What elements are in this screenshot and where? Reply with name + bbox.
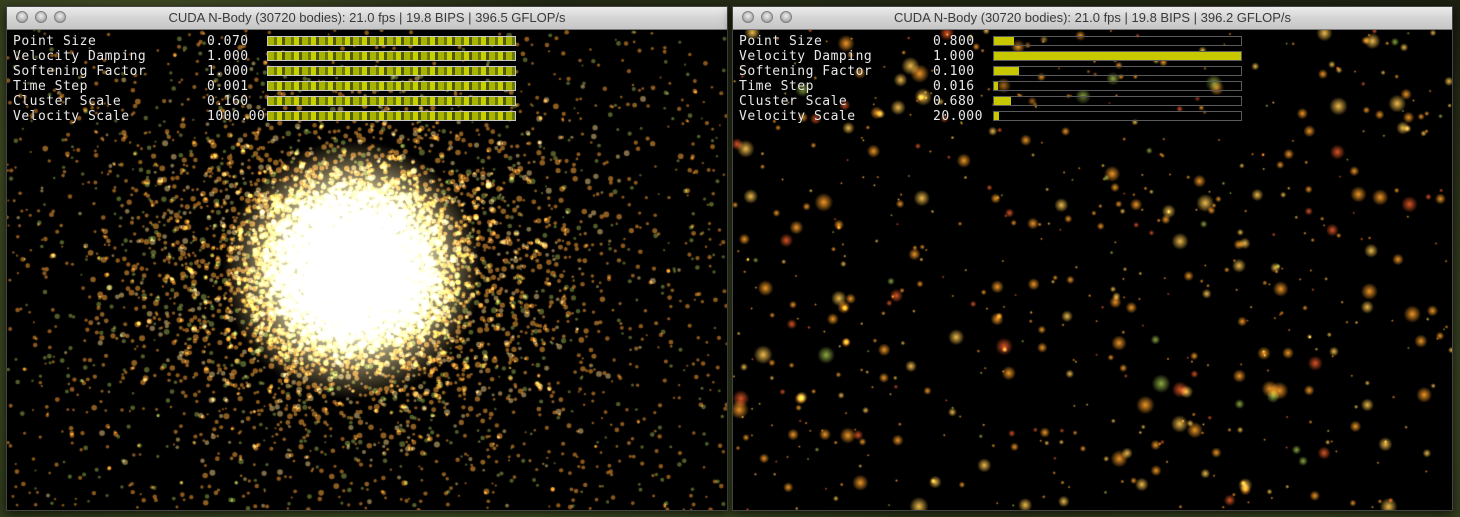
param-value: 1000.00: [207, 109, 266, 124]
param-softening-factor: Softening Factor 0.100: [739, 64, 1249, 79]
param-value: 0.001: [207, 79, 249, 94]
slider-fill: [268, 37, 515, 45]
param-label: Velocity Scale: [739, 109, 856, 124]
param-time-step: Time Step 0.016: [739, 79, 1249, 94]
slider-fill: [268, 82, 515, 90]
param-slider[interactable]: [267, 111, 516, 121]
param-cluster-scale: Cluster Scale 0.680: [739, 94, 1249, 109]
slider-fill: [268, 67, 515, 75]
slider-fill: [994, 67, 1019, 75]
param-value: 20.000: [933, 109, 983, 124]
param-slider[interactable]: [993, 96, 1242, 106]
nbody-window-left[interactable]: CUDA N-Body (30720 bodies): 21.0 fps | 1…: [6, 6, 728, 511]
param-label: Point Size: [13, 34, 97, 49]
slider-fill: [268, 112, 515, 120]
param-slider[interactable]: [993, 36, 1242, 46]
param-value: 0.160: [207, 94, 249, 109]
param-label: Softening Factor: [13, 64, 147, 79]
slider-fill: [994, 97, 1011, 105]
slider-fill: [994, 52, 1241, 60]
param-slider[interactable]: [267, 96, 516, 106]
param-label: Time Step: [739, 79, 814, 94]
param-label: Softening Factor: [739, 64, 873, 79]
param-point-size: Point Size 0.070: [13, 34, 523, 49]
param-label: Cluster Scale: [13, 94, 122, 109]
param-softening-factor: Softening Factor 1.000: [13, 64, 523, 79]
param-label: Time Step: [13, 79, 88, 94]
window-titlebar[interactable]: CUDA N-Body (30720 bodies): 21.0 fps | 1…: [733, 7, 1452, 30]
param-cluster-scale: Cluster Scale 0.160: [13, 94, 523, 109]
slider-fill: [994, 37, 1014, 45]
window-title: CUDA N-Body (30720 bodies): 21.0 fps | 1…: [894, 10, 1291, 25]
window-title: CUDA N-Body (30720 bodies): 21.0 fps | 1…: [168, 10, 566, 25]
param-value: 1.000: [207, 49, 249, 64]
param-velocity-scale: Velocity Scale 20.000: [739, 109, 1249, 124]
param-slider[interactable]: [267, 51, 516, 61]
slider-fill: [268, 97, 515, 105]
slider-fill: [994, 82, 998, 90]
param-value: 1.000: [207, 64, 249, 79]
slider-fill: [268, 52, 515, 60]
param-value: 0.070: [207, 34, 249, 49]
param-value: 0.016: [933, 79, 975, 94]
simulation-viewport[interactable]: Point Size 0.070 Velocity Damping 1.000 …: [7, 30, 727, 510]
simulation-viewport[interactable]: Point Size 0.800 Velocity Damping 1.000 …: [733, 30, 1452, 510]
param-value: 0.100: [933, 64, 975, 79]
param-value: 0.680: [933, 94, 975, 109]
parameter-panel: Point Size 0.070 Velocity Damping 1.000 …: [13, 34, 523, 124]
param-label: Velocity Damping: [13, 49, 147, 64]
window-titlebar[interactable]: CUDA N-Body (30720 bodies): 21.0 fps | 1…: [7, 7, 727, 30]
param-slider[interactable]: [267, 81, 516, 91]
param-label: Velocity Scale: [13, 109, 130, 124]
slider-fill: [994, 112, 999, 120]
param-label: Velocity Damping: [739, 49, 873, 64]
param-velocity-damping: Velocity Damping 1.000: [739, 49, 1249, 64]
param-slider[interactable]: [993, 66, 1242, 76]
parameter-panel: Point Size 0.800 Velocity Damping 1.000 …: [739, 34, 1249, 124]
param-point-size: Point Size 0.800: [739, 34, 1249, 49]
param-velocity-scale: Velocity Scale 1000.00: [13, 109, 523, 124]
param-time-step: Time Step 0.001: [13, 79, 523, 94]
param-slider[interactable]: [993, 51, 1242, 61]
param-slider[interactable]: [267, 36, 516, 46]
param-value: 1.000: [933, 49, 975, 64]
nbody-window-right[interactable]: CUDA N-Body (30720 bodies): 21.0 fps | 1…: [732, 6, 1453, 511]
param-value: 0.800: [933, 34, 975, 49]
param-label: Cluster Scale: [739, 94, 848, 109]
param-slider[interactable]: [993, 81, 1242, 91]
param-label: Point Size: [739, 34, 823, 49]
param-velocity-damping: Velocity Damping 1.000: [13, 49, 523, 64]
param-slider[interactable]: [993, 111, 1242, 121]
param-slider[interactable]: [267, 66, 516, 76]
